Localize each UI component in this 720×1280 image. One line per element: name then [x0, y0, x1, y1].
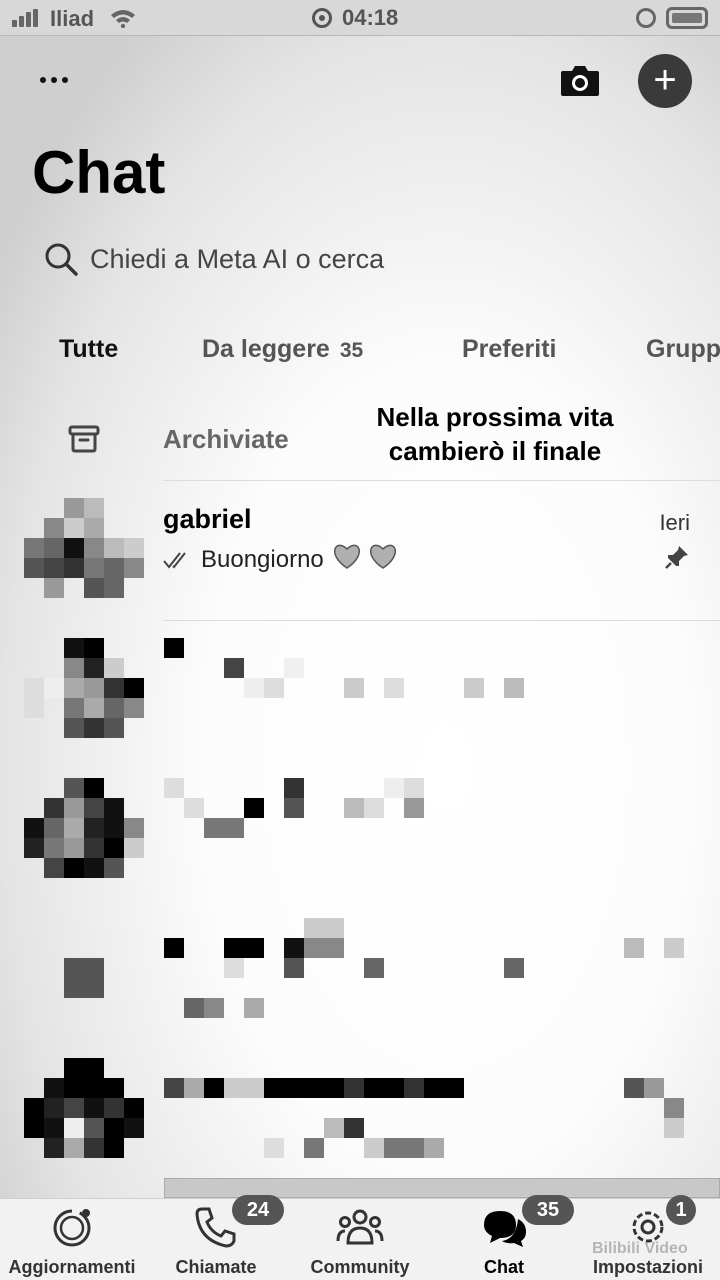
chat-preview-text: Buongiorno	[201, 545, 324, 573]
search-placeholder: Chiedi a Meta AI o cerca	[90, 243, 385, 274]
tab-unread-label: Da leggere	[202, 335, 330, 363]
nav-community[interactable]: Community	[288, 1199, 432, 1280]
avatar	[24, 638, 144, 738]
chat-name: gabriel	[163, 504, 252, 534]
nav-label: Chiamate	[175, 1257, 257, 1277]
timer-icon	[312, 8, 332, 28]
overlay-caption: Nella prossima vita cambierò il finale	[340, 400, 650, 468]
calls-badge: 24	[232, 1195, 284, 1225]
plus-icon: +	[653, 58, 677, 102]
chat-row-redacted[interactable]	[0, 778, 720, 918]
filter-tabs: Tutte Da leggere 35 Preferiti Grupp	[0, 330, 720, 370]
search-input[interactable]: Chiedi a Meta AI o cerca	[44, 236, 604, 282]
archived-row[interactable]: Archiviate Nella prossima vita cambierò …	[0, 394, 720, 480]
signal-icon	[12, 9, 40, 27]
divider	[163, 620, 720, 621]
nav-label: Aggiornamenti	[8, 1257, 136, 1277]
orientation-lock-icon	[636, 8, 656, 28]
avatar	[24, 1058, 144, 1158]
chat-preview: Buongiorno	[163, 542, 398, 577]
watermark: Bilibili Video	[592, 1240, 688, 1257]
pin-icon	[665, 546, 688, 569]
carrier-name: Iliad	[50, 6, 95, 31]
settings-badge: 1	[666, 1195, 696, 1225]
page-title: Chat	[32, 139, 166, 206]
avatar	[24, 778, 144, 878]
nav-label: Community	[310, 1257, 410, 1277]
chat-row-redacted[interactable]	[0, 638, 720, 778]
status-icon	[53, 1209, 91, 1247]
chat-row-redacted[interactable]	[0, 1058, 720, 1198]
more-horizontal-icon[interactable]	[40, 68, 74, 92]
heart-emoji-icons	[332, 542, 399, 577]
chat-row-redacted[interactable]	[0, 918, 720, 1058]
nav-label: Impostazioni	[592, 1257, 703, 1277]
archive-icon	[68, 425, 100, 453]
status-time: 04:18	[342, 5, 399, 30]
community-icon	[336, 1209, 384, 1245]
unread-count: 35	[339, 339, 364, 362]
overlay-caption-line2: cambierò il finale	[388, 436, 602, 466]
nav-label: Chat	[484, 1257, 524, 1277]
overlay-caption-line1: Nella prossima vita	[376, 402, 614, 432]
avatar	[24, 498, 144, 598]
chat-badge: 35	[522, 1195, 574, 1225]
chat-bubbles-icon	[484, 1211, 526, 1247]
double-check-icon	[163, 551, 186, 569]
divider	[163, 480, 720, 481]
battery-icon	[666, 7, 708, 29]
chat-row-gabriel[interactable]: gabriel Buongiorno Ieri	[0, 498, 720, 638]
avatar	[24, 918, 144, 1018]
archived-label: Archiviate	[163, 424, 289, 454]
wifi-icon	[111, 10, 135, 28]
tab-unread[interactable]: Da leggere 35	[202, 335, 363, 364]
nav-calls[interactable]: 24 Chiamate	[144, 1195, 288, 1280]
tab-groups[interactable]: Grupp	[646, 335, 720, 364]
bottom-nav: Aggiornamenti 24 Chiamate Community 35 C…	[0, 1195, 720, 1280]
tab-favorites[interactable]: Preferiti	[462, 335, 556, 364]
tab-all[interactable]: Tutte	[59, 335, 118, 364]
status-bar: Iliad 04:18	[0, 0, 720, 36]
new-chat-button[interactable]: +	[638, 54, 692, 108]
search-icon	[45, 243, 78, 276]
camera-icon[interactable]	[560, 62, 600, 98]
chat-time: Ieri	[659, 510, 690, 535]
nav-updates[interactable]: Aggiornamenti	[0, 1199, 144, 1280]
nav-chat[interactable]: 35 Chat	[432, 1195, 576, 1280]
